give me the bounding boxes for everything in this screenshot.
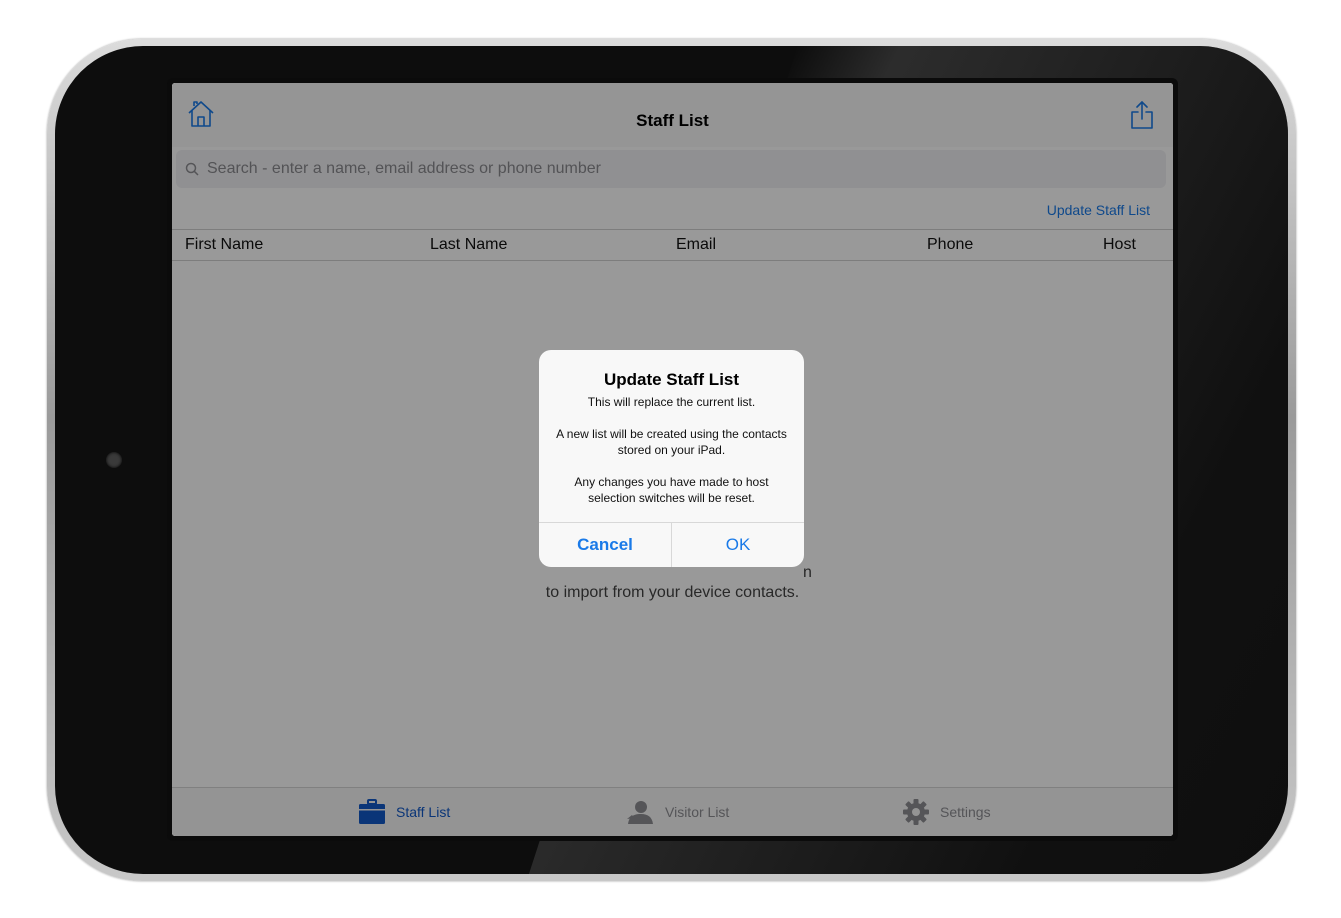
cancel-button[interactable]: Cancel [539, 523, 672, 567]
app-window: Staff List Update Staff List First Name … [172, 83, 1173, 836]
ok-button[interactable]: OK [672, 523, 804, 567]
alert-button-row: Cancel OK [539, 522, 804, 567]
update-staff-list-alert: Update Staff List This will replace the … [539, 350, 804, 567]
alert-message: This will replace the current list. A ne… [556, 395, 787, 505]
camera-icon [106, 452, 122, 468]
alert-title: Update Staff List [603, 370, 740, 389]
